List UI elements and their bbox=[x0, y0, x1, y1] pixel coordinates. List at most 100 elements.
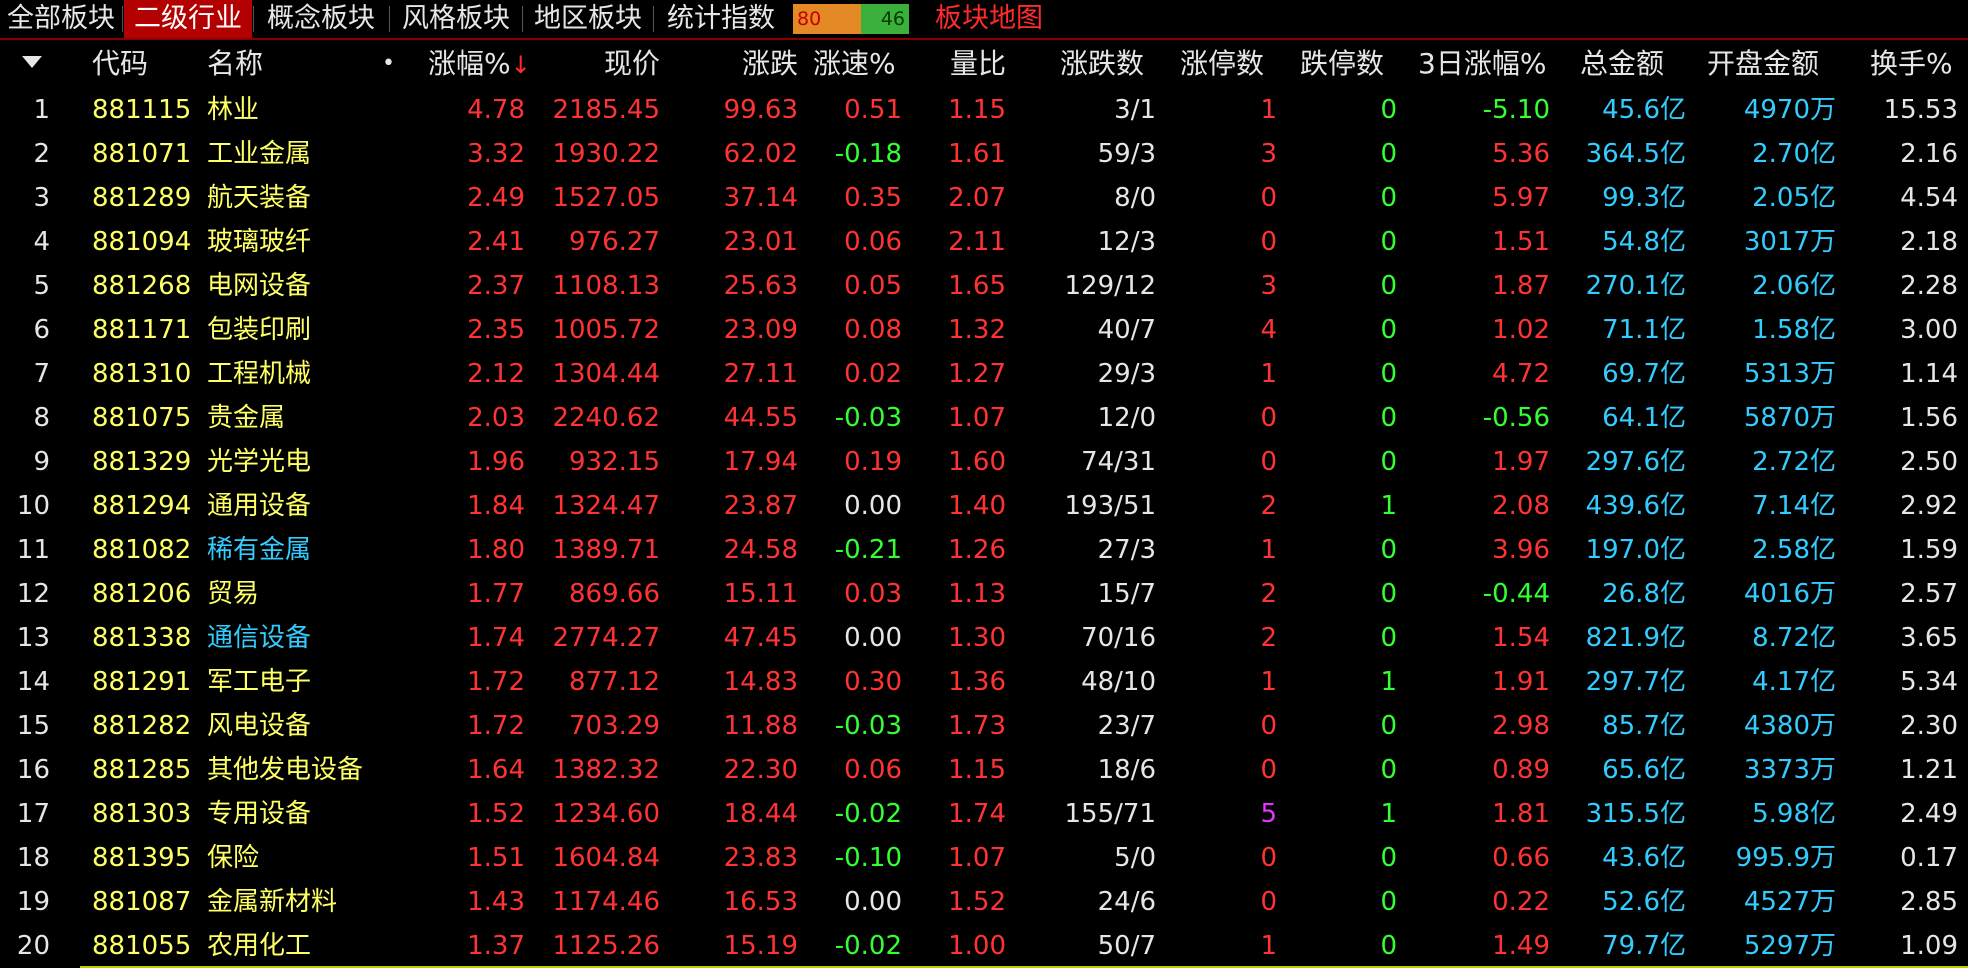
pct-change: 1.43 bbox=[467, 887, 525, 917]
table-row[interactable]: 7 881310 工程机械 2.12 1304.44 27.11 0.02 1.27 29/3 1… bbox=[0, 352, 1968, 396]
header-open-amount[interactable]: 开盘金额 bbox=[1707, 42, 1819, 86]
header-volume-ratio[interactable]: 量比 bbox=[900, 42, 1006, 86]
turnover-rate: 4.54 bbox=[1900, 183, 1958, 213]
tab-concept-sectors[interactable]: 概念板块 bbox=[256, 0, 386, 38]
updown-count: 129/12 bbox=[1064, 271, 1156, 301]
table-row[interactable]: 14 881291 军工电子 1.72 877.12 14.83 0.30 1.36 48/10… bbox=[0, 660, 1968, 704]
limit-down-count: 0 bbox=[1380, 403, 1397, 433]
current-price: 1527.05 bbox=[552, 183, 660, 213]
current-price: 1174.46 bbox=[552, 887, 660, 917]
pct-change: 1.51 bbox=[467, 843, 525, 873]
limit-down-count: 0 bbox=[1380, 887, 1397, 917]
pct-change: 1.84 bbox=[467, 491, 525, 521]
opening-amount: 4380万 bbox=[1743, 711, 1836, 741]
header-total-amount[interactable]: 总金额 bbox=[1580, 42, 1664, 86]
limit-down-count: 0 bbox=[1380, 579, 1397, 609]
sector-code: 881206 bbox=[92, 579, 192, 609]
limit-down-count: 0 bbox=[1380, 447, 1397, 477]
tab-region-sectors[interactable]: 地区板块 bbox=[524, 0, 652, 38]
limit-up-count: 0 bbox=[1260, 447, 1277, 477]
row-index: 4 bbox=[33, 227, 50, 257]
sector-code: 881289 bbox=[92, 183, 192, 213]
row-index: 9 bbox=[33, 447, 50, 477]
opening-amount: 7.14亿 bbox=[1752, 491, 1836, 521]
opening-amount: 4016万 bbox=[1743, 579, 1836, 609]
price-change: 15.19 bbox=[723, 931, 798, 961]
header-change[interactable]: 涨跌 bbox=[660, 42, 798, 86]
header-code[interactable]: 代码 bbox=[92, 42, 148, 86]
tab-all-sectors[interactable]: 全部板块 bbox=[0, 0, 122, 38]
table-row[interactable]: 2 881071 工业金属 3.32 1930.22 62.02 -0.18 1.61 59/3… bbox=[0, 132, 1968, 176]
table-row[interactable]: 13 881338 通信设备 1.74 2774.27 47.45 0.00 1.30 70/1… bbox=[0, 616, 1968, 660]
pct-change: 1.64 bbox=[467, 755, 525, 785]
pct-change: 2.35 bbox=[467, 315, 525, 345]
table-row[interactable]: 6 881171 包装印刷 2.35 1005.72 23.09 0.08 1.32 40/7 4… bbox=[0, 308, 1968, 352]
change-speed: 0.35 bbox=[844, 183, 902, 213]
tab-secondary-industry[interactable]: 二级行业 bbox=[124, 0, 252, 38]
table-row[interactable]: 4 881094 玻璃玻纤 2.41 976.27 23.01 0.06 2.11 12/3 0 0… bbox=[0, 220, 1968, 264]
limit-up-count: 2 bbox=[1260, 579, 1277, 609]
three-day-pct: 2.08 bbox=[1492, 491, 1550, 521]
total-amount: 85.7亿 bbox=[1602, 711, 1686, 741]
header-pct-change[interactable]: 涨幅%↓ bbox=[428, 42, 531, 86]
table-row[interactable]: 17 881303 专用设备 1.52 1234.60 18.44 -0.02 1.74 155… bbox=[0, 792, 1968, 836]
limit-down-count: 1 bbox=[1380, 667, 1397, 697]
three-day-pct: 1.51 bbox=[1492, 227, 1550, 257]
table-row[interactable]: 15 881282 风电设备 1.72 703.29 11.88 -0.03 1.73 23/7… bbox=[0, 704, 1968, 748]
header-dot: • bbox=[382, 51, 395, 76]
opening-amount: 2.06亿 bbox=[1752, 271, 1836, 301]
volume-ratio: 1.52 bbox=[948, 887, 1006, 917]
table-row[interactable]: 20 881055 农用化工 1.37 1125.26 15.19 -0.02 1.00 50/… bbox=[0, 924, 1968, 968]
sector-name: 包装印刷 bbox=[207, 315, 312, 345]
sector-name: 通用设备 bbox=[207, 491, 312, 521]
tab-statistics-index[interactable]: 统计指数 bbox=[656, 0, 786, 38]
price-change: 24.58 bbox=[723, 535, 798, 565]
price-change: 23.09 bbox=[723, 315, 798, 345]
table-row[interactable]: 9 881329 光学光电 1.96 932.15 17.94 0.19 1.60 74/31 0… bbox=[0, 440, 1968, 484]
limit-down-count: 0 bbox=[1380, 711, 1397, 741]
tab-style-sectors[interactable]: 风格板块 bbox=[392, 0, 520, 38]
table-row[interactable]: 8 881075 贵金属 2.03 2240.62 44.55 -0.03 1.07 12/0 0… bbox=[0, 396, 1968, 440]
three-day-pct: 3.96 bbox=[1492, 535, 1550, 565]
header-speed[interactable]: 涨速% bbox=[813, 42, 896, 86]
table-row[interactable]: 16 881285 其他发电设备 1.64 1382.32 22.30 0.06 1.15 18… bbox=[0, 748, 1968, 792]
current-price: 1930.22 bbox=[552, 139, 660, 169]
limit-up-count: 0 bbox=[1260, 183, 1277, 213]
change-speed: -0.03 bbox=[834, 711, 902, 741]
table-row[interactable]: 12 881206 贸易 1.77 869.66 15.11 0.03 1.13 15/7 2 0 -… bbox=[0, 572, 1968, 616]
sector-name: 工业金属 bbox=[207, 139, 312, 169]
header-limit-down-count[interactable]: 跌停数 bbox=[1300, 42, 1384, 86]
table-row[interactable]: 11 881082 稀有金属 1.80 1389.71 24.58 -0.21 1.26 27/… bbox=[0, 528, 1968, 572]
limit-down-count: 0 bbox=[1380, 95, 1397, 125]
table-row[interactable]: 3 881289 航天装备 2.49 1527.05 37.14 0.35 2.07 8/0 0 0… bbox=[0, 176, 1968, 220]
sector-map-link[interactable]: 板块地图 bbox=[935, 0, 1043, 38]
current-price: 1324.47 bbox=[552, 491, 660, 521]
table-row[interactable]: 5 881268 电网设备 2.37 1108.13 25.63 0.05 1.65 129/1… bbox=[0, 264, 1968, 308]
table-row[interactable]: 19 881087 金属新材料 1.43 1174.46 16.53 0.00 1.52 24/… bbox=[0, 880, 1968, 924]
row-index: 13 bbox=[16, 623, 50, 653]
limit-up-count: 0 bbox=[1260, 403, 1277, 433]
updown-count: 8/0 bbox=[1114, 183, 1156, 213]
header-3day-pct[interactable]: 3日涨幅% bbox=[1418, 42, 1546, 86]
header-price[interactable]: 现价 bbox=[520, 42, 660, 86]
header-updown-count[interactable]: 涨跌数 bbox=[1060, 42, 1144, 86]
three-day-pct: 1.02 bbox=[1492, 315, 1550, 345]
sector-tab-bar: 全部板块 二级行业 概念板块 风格板块 地区板块 统计指数 80 46 板块地图 bbox=[0, 0, 1968, 40]
header-limit-up-count[interactable]: 涨停数 bbox=[1180, 42, 1264, 86]
header-name[interactable]: 名称 bbox=[207, 42, 263, 86]
opening-amount: 2.72亿 bbox=[1752, 447, 1836, 477]
limit-down-count: 1 bbox=[1380, 799, 1397, 829]
table-row[interactable]: 1 881115 林业 4.78 2185.45 99.63 0.51 1.15 3/1 1 0 -5… bbox=[0, 88, 1968, 132]
price-change: 23.01 bbox=[723, 227, 798, 257]
sector-code: 881268 bbox=[92, 271, 192, 301]
turnover-rate: 1.14 bbox=[1900, 359, 1958, 389]
table-row[interactable]: 18 881395 保险 1.51 1604.84 23.83 -0.10 1.07 5/0 0 0… bbox=[0, 836, 1968, 880]
column-menu-icon[interactable] bbox=[22, 56, 42, 68]
header-turnover[interactable]: 换手% bbox=[1870, 42, 1953, 86]
table-row[interactable]: 10 881294 通用设备 1.84 1324.47 23.87 0.00 1.40 193/… bbox=[0, 484, 1968, 528]
table-header: 代码 名称 • 涨幅%↓ 现价 涨跌 涨速% 量比 涨跌数 涨停数 跌停数 3日… bbox=[0, 42, 1968, 86]
current-price: 1604.84 bbox=[552, 843, 660, 873]
tab-separator bbox=[522, 6, 523, 32]
current-price: 877.12 bbox=[569, 667, 660, 697]
price-change: 23.83 bbox=[723, 843, 798, 873]
